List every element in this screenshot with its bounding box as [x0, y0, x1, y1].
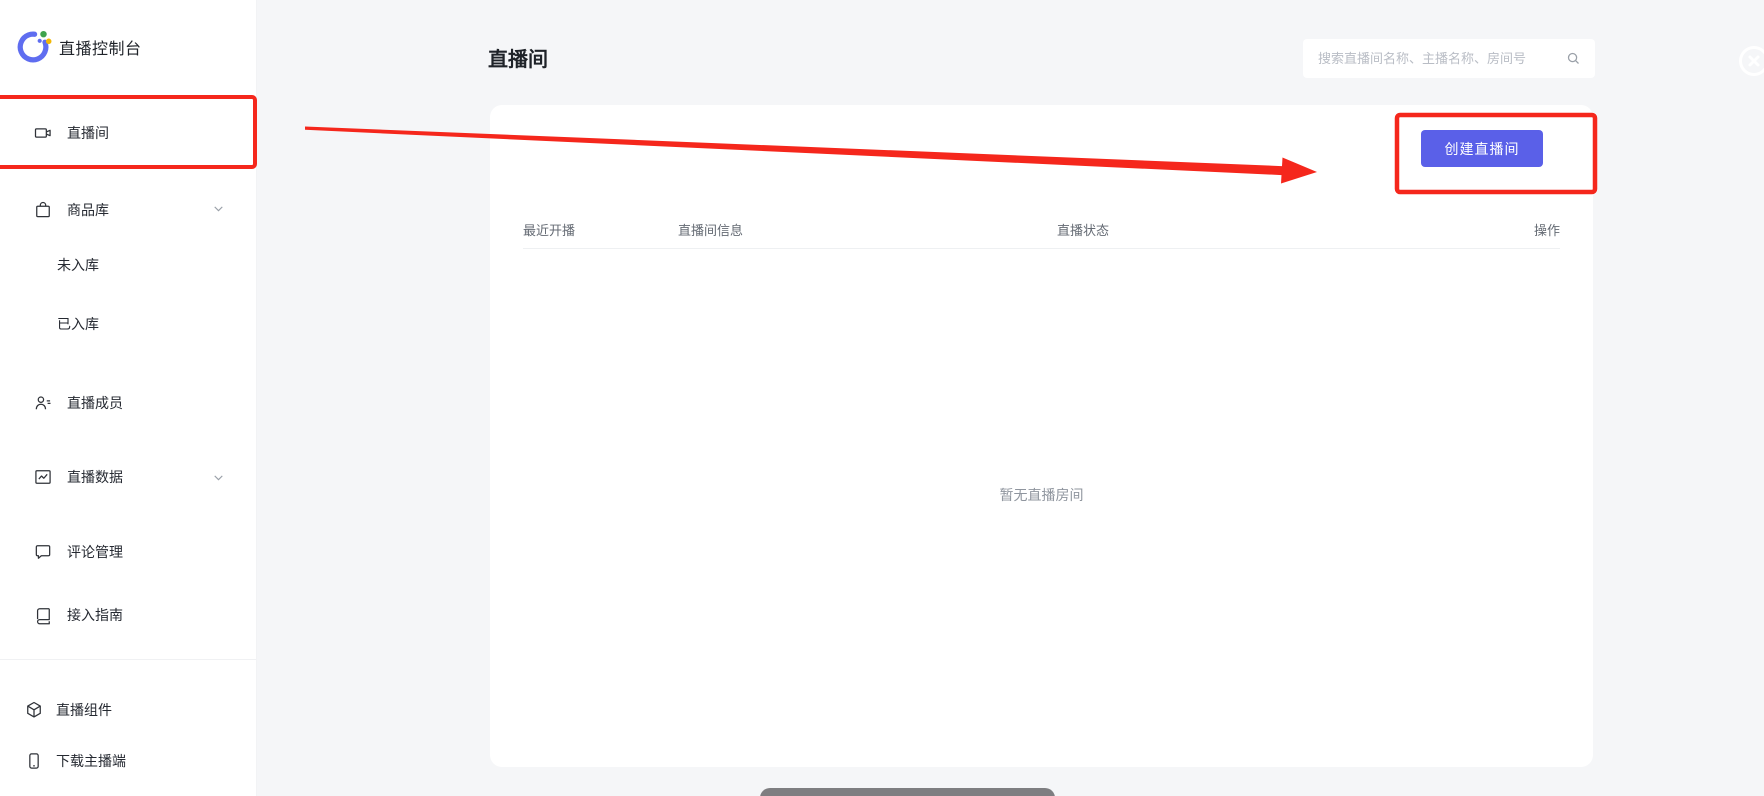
chevron-down-icon[interactable]	[212, 471, 225, 484]
logo-row: 直播控制台	[15, 28, 142, 66]
sidebar-item-label: 直播数据	[67, 467, 123, 487]
comment-bubble-icon	[33, 542, 53, 562]
sidebar-item-label: 直播成员	[67, 393, 123, 413]
sidebar-item-live-members[interactable]: 直播成员	[33, 391, 123, 415]
sidebar-item-label: 下载主播端	[56, 751, 126, 771]
sidebar-item-integration-guide[interactable]: 接入指南	[33, 603, 123, 627]
sidebar-item-live-room[interactable]: 直播间	[33, 121, 109, 145]
sidebar-item-label: 评论管理	[67, 542, 123, 562]
create-live-room-button[interactable]: 创建直播间	[1421, 130, 1543, 167]
sidebar-item-label: 接入指南	[67, 605, 123, 625]
data-chart-icon	[33, 467, 53, 487]
search-input[interactable]	[1316, 50, 1566, 67]
column-header-recent-start: 最近开播	[523, 220, 575, 239]
sidebar-item-product-library[interactable]: 商品库	[33, 198, 109, 222]
sidebar-item-download-host-app[interactable]: 下载主播端	[24, 749, 126, 773]
shopping-bag-icon	[33, 200, 53, 220]
sidebar-item-live-components[interactable]: 直播组件	[24, 698, 112, 722]
table-header-row: 最近开播 直播间信息 直播状态 操作	[523, 212, 1560, 249]
live-room-camera-icon	[33, 123, 53, 143]
sidebar-divider	[0, 659, 256, 660]
bottom-toast	[760, 788, 1055, 796]
column-header-room-info: 直播间信息	[678, 220, 743, 239]
sidebar-item-comment-management[interactable]: 评论管理	[33, 540, 123, 564]
close-button[interactable]	[1739, 46, 1764, 76]
sidebar-subitem-not-in-library[interactable]: 未入库	[57, 254, 99, 276]
sidebar-item-label: 直播间	[67, 123, 109, 143]
search-icon[interactable]	[1566, 51, 1581, 66]
phone-icon	[24, 751, 44, 771]
sidebar-item-live-data[interactable]: 直播数据	[33, 465, 123, 489]
sidebar-item-label: 商品库	[67, 200, 109, 220]
member-person-icon	[33, 393, 53, 413]
live-console-app: 直播控制台 直播间 商品库 未入库 已入库	[0, 0, 1764, 796]
empty-state-text: 暂无直播房间	[490, 485, 1593, 505]
sidebar-subitem-label: 已入库	[57, 314, 99, 334]
sidebar-subitem-label: 未入库	[57, 255, 99, 275]
chevron-down-icon[interactable]	[212, 202, 225, 215]
sidebar-subitem-in-library[interactable]: 已入库	[57, 313, 99, 335]
sidebar: 直播控制台 直播间 商品库 未入库 已入库	[0, 0, 257, 796]
column-header-actions: 操作	[1534, 220, 1560, 239]
app-logo-icon	[15, 28, 53, 66]
page-title: 直播间	[488, 43, 548, 72]
app-title: 直播控制台	[59, 35, 142, 59]
guide-book-icon	[33, 605, 53, 625]
search-box	[1303, 39, 1595, 78]
close-x-icon	[1747, 54, 1761, 68]
cube-icon	[24, 700, 44, 720]
live-room-card: 创建直播间 最近开播 直播间信息 直播状态 操作 暂无直播房间	[490, 105, 1593, 767]
sidebar-item-label: 直播组件	[56, 700, 112, 720]
column-header-live-status: 直播状态	[1057, 220, 1109, 239]
